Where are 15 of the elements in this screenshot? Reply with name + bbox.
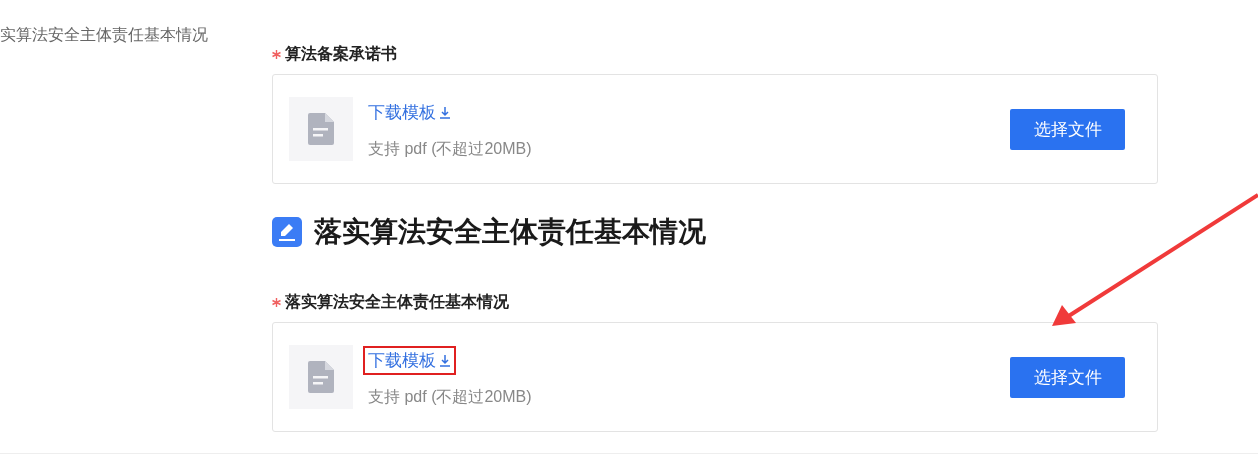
edit-icon: [272, 217, 302, 247]
document-icon: [308, 361, 334, 393]
document-icon: [308, 113, 334, 145]
section-title: 落实算法安全主体责任基本情况: [314, 215, 706, 249]
file-hint: 支持 pdf (不超过20MB): [368, 387, 532, 407]
file-hint: 支持 pdf (不超过20MB): [368, 139, 532, 159]
download-template-link[interactable]: 下载模板: [363, 98, 456, 127]
field-label: 算法备案承诺书: [285, 43, 397, 64]
field-label: 落实算法安全主体责任基本情况: [285, 291, 509, 313]
download-template-link[interactable]: 下载模板: [363, 346, 456, 375]
download-icon: [439, 354, 451, 367]
download-icon: [439, 106, 451, 119]
choose-file-button[interactable]: 选择文件: [1010, 108, 1125, 150]
sidebar-item[interactable]: 实算法安全主体责任基本情况: [0, 25, 208, 46]
choose-file-button[interactable]: 选择文件: [1010, 356, 1125, 398]
